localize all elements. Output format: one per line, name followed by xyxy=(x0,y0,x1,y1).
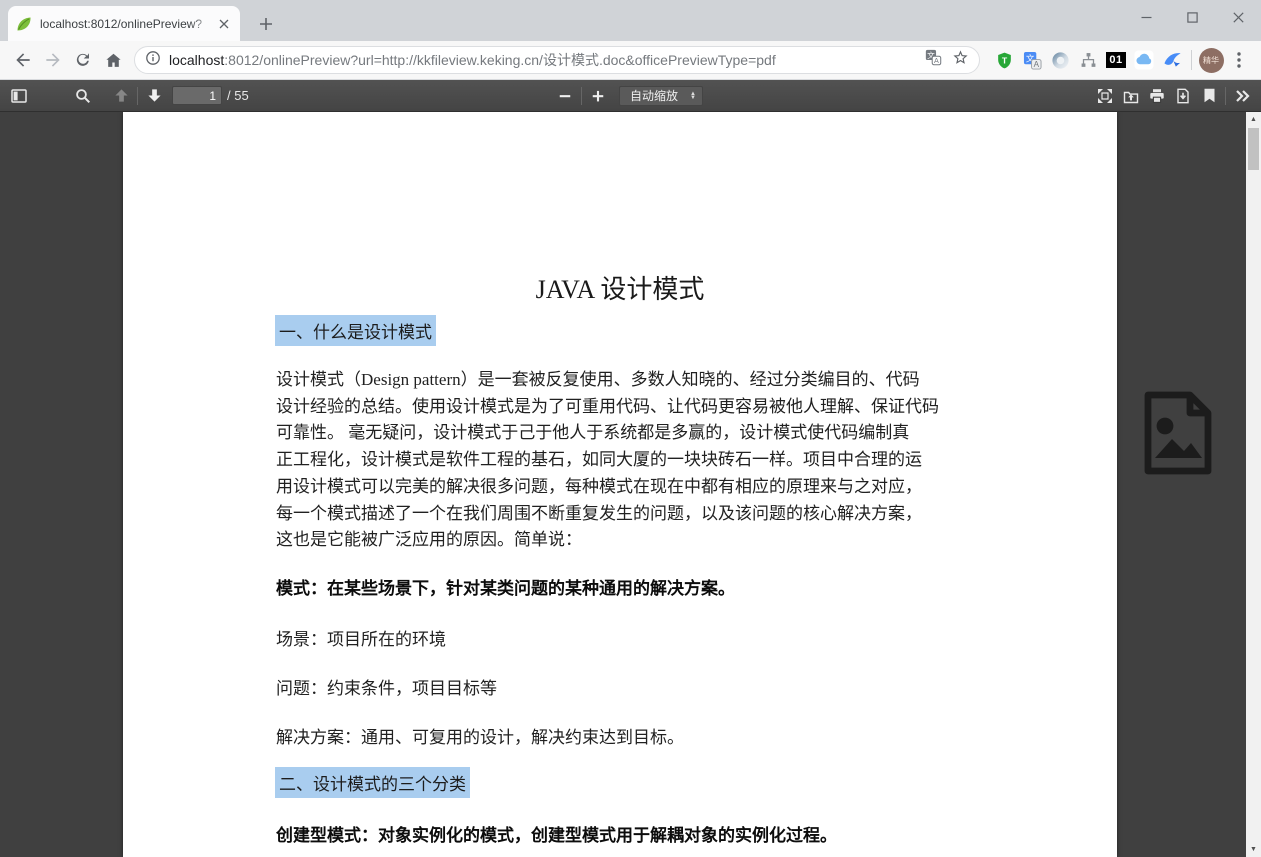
next-page-button[interactable] xyxy=(141,82,167,110)
creational-pattern-line: 创建型模式：对象实例化的模式，创建型模式用于解耦对象的实例化过程。 xyxy=(276,821,837,846)
extensions-area: T 文A 01 精华 xyxy=(990,46,1253,74)
home-button[interactable] xyxy=(98,45,128,75)
zoom-out-button[interactable] xyxy=(552,82,578,110)
zoom-level-select[interactable]: 自动缩放 ▲▼ xyxy=(619,86,703,106)
url-path: :8012/onlinePreview?url=http://kkfilevie… xyxy=(224,52,775,68)
bird-extension-icon[interactable] xyxy=(1158,46,1186,74)
paragraph-line: 每一个模式描述了一个在我们周围不断重复发生的问题，以及该问题的核心解决方案， xyxy=(276,501,976,528)
page-number-input[interactable] xyxy=(172,86,222,105)
maximize-button[interactable] xyxy=(1169,0,1215,34)
solution-line: 解决方案：通用、可复用的设计，解决约束达到目标。 xyxy=(276,723,684,748)
document-paragraph: 设计模式（Design pattern）是一套被反复使用、多数人知晓的、经过分类… xyxy=(276,367,976,554)
close-button[interactable] xyxy=(1215,0,1261,34)
scrollbar-up-arrow[interactable]: ▲ xyxy=(1246,112,1261,127)
translate-extension-icon[interactable]: 文A xyxy=(1018,46,1046,74)
spring-leaf-favicon xyxy=(16,16,32,32)
bookmark-star-icon[interactable] xyxy=(952,49,969,71)
cloud-extension-icon[interactable] xyxy=(1130,46,1158,74)
search-button[interactable] xyxy=(70,82,96,110)
pdf-viewer-area: JAVA 设计模式 一、什么是设计模式 设计模式（Design pattern）… xyxy=(0,112,1261,857)
url-text[interactable]: localhost:8012/onlinePreview?url=http://… xyxy=(169,50,915,70)
paragraph-line: 设计经验的总结。使用设计模式是为了可重用代码、让代码更容易被他人理解、保证代码 xyxy=(276,394,976,421)
vertical-scrollbar[interactable]: ▲ ▼ xyxy=(1246,112,1261,857)
proxy-circle-extension-icon[interactable] xyxy=(1046,46,1074,74)
browser-tab[interactable]: localhost:8012/onlinePreview? xyxy=(8,6,240,41)
pattern-definition-line: 模式：在某些场景下，针对某类问题的某种通用的解决方案。 xyxy=(276,574,735,599)
paragraph-line: 这也是它能被广泛应用的原因。简单说： xyxy=(276,527,976,554)
zoom-level-label: 自动缩放 xyxy=(626,87,682,104)
bookmark-button[interactable] xyxy=(1196,82,1222,110)
open-file-button[interactable] xyxy=(1118,82,1144,110)
problem-line: 问题：约束条件，项目目标等 xyxy=(276,674,497,699)
address-bar[interactable]: localhost:8012/onlinePreview?url=http://… xyxy=(134,46,980,74)
paragraph-line: 正工程化，设计模式是软件工程的基石，如同大厦的一块块砖石一样。项目中合理的运 xyxy=(276,447,976,474)
translate-page-icon[interactable]: 文A xyxy=(925,49,942,71)
svg-text:T: T xyxy=(1001,55,1007,65)
more-tools-chevron-icon[interactable] xyxy=(1229,82,1255,110)
previous-page-button[interactable] xyxy=(108,82,134,110)
pdf-toolbar: / 55 自动缩放 ▲▼ xyxy=(0,80,1261,112)
zoom-in-button[interactable] xyxy=(585,82,611,110)
tab-close-icon[interactable] xyxy=(216,16,232,32)
shield-extension-icon[interactable]: T xyxy=(990,46,1018,74)
window-controls xyxy=(1123,0,1261,34)
tab-strip: localhost:8012/onlinePreview? xyxy=(0,0,1261,41)
svg-text:A: A xyxy=(934,56,939,65)
scrollbar-thumb[interactable] xyxy=(1248,128,1259,170)
url-host: localhost xyxy=(169,52,224,68)
minimize-button[interactable] xyxy=(1123,0,1169,34)
document-heading-1: 一、什么是设计模式 xyxy=(275,315,436,346)
browser-window: localhost:8012/onlinePreview? xyxy=(0,0,1261,857)
paragraph-line: 用设计模式可以完美的解决很多问题，每种模式在现在中都有相应的原理来与之对应， xyxy=(276,474,976,501)
image-placeholder-icon xyxy=(1138,390,1218,476)
document-title: JAVA 设计模式 xyxy=(123,269,1117,306)
new-tab-button[interactable] xyxy=(252,10,280,38)
back-button[interactable] xyxy=(8,45,38,75)
separator xyxy=(137,87,138,105)
separator xyxy=(581,87,582,105)
browser-menu-icon[interactable] xyxy=(1225,46,1253,74)
separator xyxy=(1191,50,1192,70)
sitemap-extension-icon[interactable] xyxy=(1074,46,1102,74)
select-spinner-icon: ▲▼ xyxy=(690,92,696,100)
scene-line: 场景：项目所在的环境 xyxy=(276,625,446,650)
profile-avatar[interactable]: 精华 xyxy=(1197,46,1225,74)
pdf-page: JAVA 设计模式 一、什么是设计模式 设计模式（Design pattern）… xyxy=(123,112,1117,857)
browser-toolbar: localhost:8012/onlinePreview?url=http://… xyxy=(0,41,1261,80)
presentation-mode-button[interactable] xyxy=(1092,82,1118,110)
page-info-icon[interactable] xyxy=(145,50,161,71)
forward-button[interactable] xyxy=(38,45,68,75)
paragraph-line: 可靠性。 毫无疑问，设计模式于己于他人于系统都是多赢的，设计模式使代码编制真 xyxy=(276,420,976,447)
page-count-label: / 55 xyxy=(227,88,249,103)
paragraph-line: 设计模式（Design pattern）是一套被反复使用、多数人知晓的、经过分类… xyxy=(276,367,976,394)
svg-text:A: A xyxy=(1033,59,1039,68)
sidebar-toggle-button[interactable] xyxy=(6,82,32,110)
scrollbar-down-arrow[interactable]: ▼ xyxy=(1246,842,1261,857)
tab-title: localhost:8012/onlinePreview? xyxy=(40,17,216,31)
download-button[interactable] xyxy=(1170,82,1196,110)
reload-button[interactable] xyxy=(68,45,98,75)
01-badge-extension-icon[interactable]: 01 xyxy=(1102,46,1130,74)
print-button[interactable] xyxy=(1144,82,1170,110)
document-heading-2: 二、设计模式的三个分类 xyxy=(275,767,470,798)
separator xyxy=(1225,87,1226,105)
